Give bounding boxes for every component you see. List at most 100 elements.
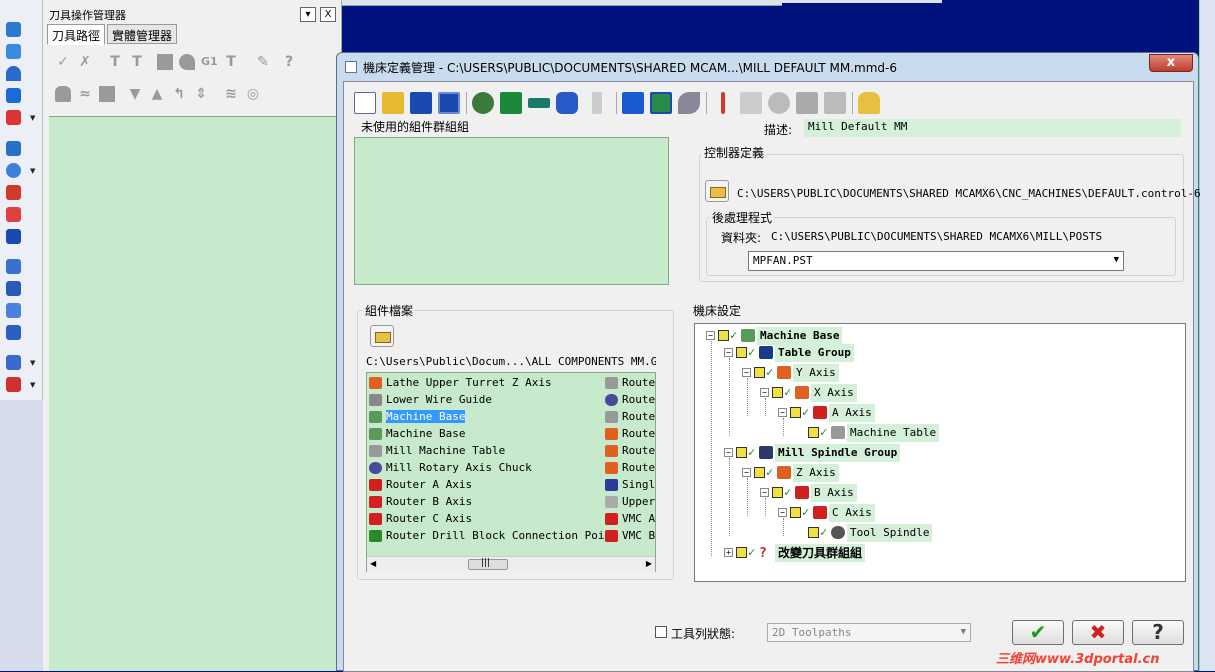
extrude-icon[interactable]: [6, 185, 21, 200]
list-item[interactable]: Router A Axis: [368, 477, 472, 494]
calculator-icon[interactable]: [6, 325, 21, 340]
down-arrow-icon[interactable]: [6, 88, 21, 103]
component-list[interactable]: Lathe Upper Turret Z Axis Lower Wire Gui…: [366, 372, 656, 572]
spindle-icon[interactable]: [556, 92, 578, 114]
new-file-icon[interactable]: [354, 92, 376, 114]
description-field[interactable]: Mill Default MM: [804, 119, 1181, 137]
list-item[interactable]: Upper: [604, 494, 655, 511]
list-item[interactable]: Router Drill Block Connection Point: [368, 528, 618, 545]
expand-icon[interactable]: +: [724, 548, 733, 557]
view-orient-icon[interactable]: [6, 44, 21, 59]
view-plane-icon[interactable]: ◎: [245, 86, 261, 102]
view-rotate-icon[interactable]: [6, 22, 21, 37]
resize-icon[interactable]: [824, 92, 846, 114]
surface-icon[interactable]: [6, 207, 21, 222]
cancel-button[interactable]: ✖: [1072, 620, 1124, 645]
list-item[interactable]: Route: [604, 443, 655, 460]
color-cube-icon[interactable]: [6, 377, 21, 392]
tree-checkbox[interactable]: [772, 487, 783, 498]
list-item[interactable]: VMC B: [604, 528, 655, 545]
tab-toolpaths[interactable]: 刀具路徑: [47, 24, 106, 45]
cube-icon[interactable]: [6, 229, 21, 244]
machine-settings-tree[interactable]: − ✓ Machine Base − ✓ Table Group − ✓ Y A…: [694, 323, 1186, 582]
regen-dirty-icon[interactable]: T: [129, 54, 145, 70]
manager-close-button[interactable]: X: [320, 7, 336, 22]
save-icon[interactable]: [410, 92, 432, 114]
tree-checkbox[interactable]: [790, 407, 801, 418]
list-item[interactable]: Lathe Upper Turret Z Axis: [368, 375, 552, 392]
tree-node-a-axis[interactable]: − ✓ A Axis: [773, 404, 1073, 422]
tree-node-y-axis[interactable]: − ✓ Y Axis: [737, 364, 1037, 382]
post-g1-icon[interactable]: G1: [201, 54, 218, 70]
toolpath-tree-area[interactable]: [49, 116, 341, 671]
scrollbar-thumb[interactable]: |||: [468, 558, 508, 570]
unused-groups-list[interactable]: [354, 137, 669, 285]
collapse-icon[interactable]: −: [724, 448, 733, 457]
toggle-display-icon[interactable]: ≋: [223, 86, 239, 102]
component-folder-button[interactable]: [370, 325, 394, 347]
tab-solids[interactable]: 實體管理器: [107, 24, 178, 44]
edit-icon[interactable]: ✎: [255, 54, 271, 70]
ok-button[interactable]: ✔: [1012, 620, 1064, 645]
clamp-icon[interactable]: [528, 98, 550, 108]
machine-table-icon[interactable]: [500, 92, 522, 114]
list-item[interactable]: Mill Machine Table: [368, 443, 505, 460]
list-item[interactable]: VMC A: [604, 511, 655, 528]
controller-folder-button[interactable]: [705, 180, 729, 202]
verify-icon[interactable]: [179, 54, 195, 70]
collapse-icon[interactable]: −: [760, 388, 769, 397]
backplot-icon[interactable]: [157, 54, 173, 70]
tree-checkbox[interactable]: [772, 387, 783, 398]
dialog-close-button[interactable]: x: [1149, 54, 1193, 72]
list-item[interactable]: Machine Base: [368, 409, 466, 426]
list-item[interactable]: Singl: [604, 477, 655, 494]
rotate-axis-icon[interactable]: [472, 92, 494, 114]
arc-icon[interactable]: [6, 66, 21, 81]
collapse-icon[interactable]: −: [724, 348, 733, 357]
tree-checkbox[interactable]: [736, 447, 747, 458]
warning-icon[interactable]: [592, 92, 602, 114]
highfeed-icon[interactable]: T: [223, 54, 239, 70]
tree-node-table-group[interactable]: − ✓ Table Group: [719, 344, 1019, 362]
tree-node-z-axis[interactable]: − ✓ Z Axis: [737, 464, 1037, 482]
tree-checkbox[interactable]: [754, 467, 765, 478]
list-item[interactable]: Route: [604, 375, 655, 392]
tree-node-x-axis[interactable]: − ✓ X Axis: [755, 384, 1055, 402]
scroll-right-icon[interactable]: ▶: [646, 559, 652, 568]
move-up-icon[interactable]: ▲: [149, 86, 165, 102]
post-output-icon[interactable]: [99, 86, 115, 102]
tree-checkbox[interactable]: [790, 507, 801, 518]
component-list-scrollbar[interactable]: ◀ ||| ▶: [367, 556, 655, 572]
help-button[interactable]: ?: [1132, 620, 1184, 645]
tree-checkbox[interactable]: [736, 347, 747, 358]
list-item[interactable]: Mill Rotary Axis Chuck: [368, 460, 532, 477]
tree-node-machine-table[interactable]: ✓ Machine Table: [791, 424, 1091, 442]
tree-node-tool-spindle[interactable]: ✓ Tool Spindle: [791, 524, 1091, 542]
transform-icon[interactable]: [6, 303, 21, 318]
tree-checkbox[interactable]: [808, 527, 819, 538]
list-item[interactable]: Machine Base: [368, 426, 465, 443]
grid-cube-icon[interactable]: [6, 281, 21, 296]
collapse-icon[interactable]: −: [706, 331, 715, 340]
open-folder-icon[interactable]: [382, 92, 404, 114]
collapse-icon[interactable]: −: [742, 468, 751, 477]
unlock-icon[interactable]: [858, 92, 880, 114]
tree-node-c-axis[interactable]: − ✓ C Axis: [773, 504, 1073, 522]
chevron-down-icon[interactable]: ▼: [30, 167, 35, 175]
tree-node-b-axis[interactable]: − ✓ B Axis: [755, 484, 1055, 502]
scroll-icon[interactable]: ⇕: [193, 86, 209, 102]
tree-checkbox[interactable]: [736, 547, 747, 558]
move-down-icon[interactable]: ▼: [127, 86, 143, 102]
manager-menu-button[interactable]: ▾: [300, 7, 316, 22]
checkbox[interactable]: [655, 626, 667, 638]
tree-checkbox[interactable]: [754, 367, 765, 378]
list-item[interactable]: Router B Axis: [368, 494, 472, 511]
axis-triad-icon[interactable]: [721, 92, 725, 114]
toolbar-state-select[interactable]: 2D Toolpaths ▼: [767, 623, 971, 642]
chevron-down-icon[interactable]: ▼: [30, 359, 35, 367]
list-item[interactable]: Route: [604, 460, 655, 477]
save-as-icon[interactable]: [438, 92, 460, 114]
layers-icon[interactable]: [6, 259, 21, 274]
machine-view-icon[interactable]: [650, 92, 672, 114]
tree-node-machine-base[interactable]: − ✓ Machine Base: [701, 327, 1001, 345]
